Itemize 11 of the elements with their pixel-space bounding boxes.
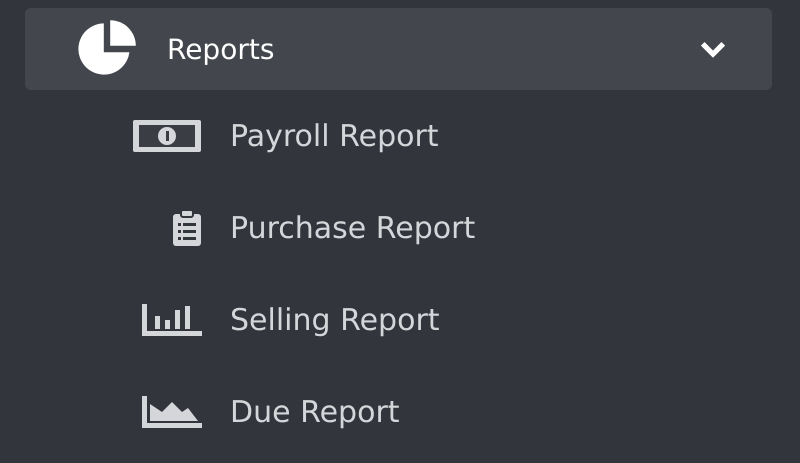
clipboard-list-icon: [172, 209, 202, 247]
reports-menu-header[interactable]: Reports: [25, 8, 772, 90]
menu-item[interactable]: Selling Report: [230, 302, 440, 338]
menu-item[interactable]: Payroll Report: [230, 118, 439, 154]
area-chart-icon: [142, 396, 202, 428]
chevron-icon: [700, 40, 726, 58]
bar-chart-icon: [142, 304, 202, 336]
banknote-icon: [132, 119, 202, 153]
menu-title: Reports: [167, 32, 276, 66]
menu-item[interactable]: Due Report: [230, 394, 400, 430]
menu-item[interactable]: Purchase Report: [230, 210, 476, 246]
